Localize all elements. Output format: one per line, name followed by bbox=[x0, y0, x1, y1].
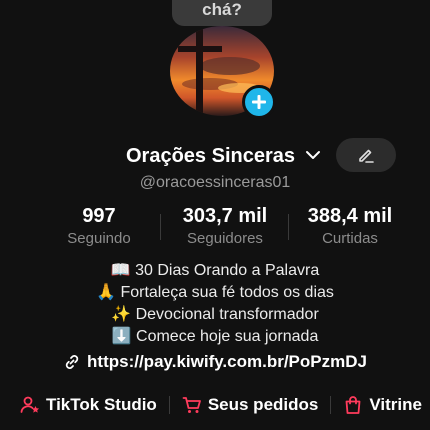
pencil-icon bbox=[359, 149, 374, 163]
edit-profile-button[interactable] bbox=[336, 138, 396, 172]
person-star-icon bbox=[20, 396, 39, 413]
showcase-button[interactable]: Vitrine bbox=[343, 395, 422, 415]
stat-following[interactable]: 997 Seguindo bbox=[52, 204, 146, 250]
action-divider bbox=[330, 396, 332, 414]
plus-icon bbox=[252, 95, 266, 109]
tiktok-studio-button[interactable]: TikTok Studio bbox=[20, 395, 157, 415]
add-story-button[interactable] bbox=[242, 85, 276, 119]
shopping-bag-icon bbox=[345, 396, 361, 414]
stat-followers[interactable]: 303,7 mil Seguidores bbox=[170, 204, 280, 250]
stat-divider bbox=[288, 214, 289, 240]
orders-button[interactable]: Seus pedidos bbox=[182, 395, 319, 415]
stat-followers-value: 303,7 mil bbox=[182, 205, 268, 227]
story-bubble-text: chá? bbox=[202, 0, 242, 19]
stat-divider bbox=[160, 214, 161, 240]
bio-line: 📖 30 Dias Orando a Palavra bbox=[110, 262, 320, 279]
profile-name[interactable]: Orações Sinceras bbox=[126, 142, 295, 170]
stat-likes-value: 388,4 mil bbox=[307, 205, 393, 227]
stat-likes[interactable]: 388,4 mil Curtidas bbox=[295, 204, 405, 250]
stat-likes-label: Curtidas bbox=[322, 230, 378, 247]
action-divider bbox=[168, 396, 170, 414]
profile-link-text: https://pay.kiwify.com.br/PoPzmDJ bbox=[87, 352, 367, 371]
bio-line: ⬇️ Comece hoje sua jornada bbox=[111, 328, 319, 345]
tiktok-studio-label: TikTok Studio bbox=[46, 395, 157, 414]
bio-line: ✨ Devocional transformador bbox=[111, 306, 319, 323]
showcase-label: Vitrine bbox=[369, 395, 422, 414]
link-icon bbox=[65, 355, 79, 369]
profile-actions-bar: TikTok Studio Seus pedidos Vitrine bbox=[0, 392, 430, 418]
story-bubble[interactable]: chá? bbox=[172, 0, 272, 26]
orders-label: Seus pedidos bbox=[207, 395, 319, 414]
stat-following-label: Seguindo bbox=[67, 230, 131, 247]
bio-line: 🙏 Fortaleça sua fé todos os dias bbox=[96, 284, 334, 301]
profile-bio: 📖 30 Dias Orando a Palavra 🙏 Fortaleça s… bbox=[0, 260, 430, 348]
profile-link[interactable]: https://pay.kiwify.com.br/PoPzmDJ bbox=[0, 352, 430, 372]
profile-handle: @oracoessinceras01 bbox=[139, 174, 291, 191]
stat-following-value: 997 bbox=[82, 205, 116, 227]
stat-followers-label: Seguidores bbox=[187, 230, 263, 247]
cart-icon bbox=[182, 397, 201, 413]
chevron-down-icon[interactable] bbox=[305, 149, 321, 161]
